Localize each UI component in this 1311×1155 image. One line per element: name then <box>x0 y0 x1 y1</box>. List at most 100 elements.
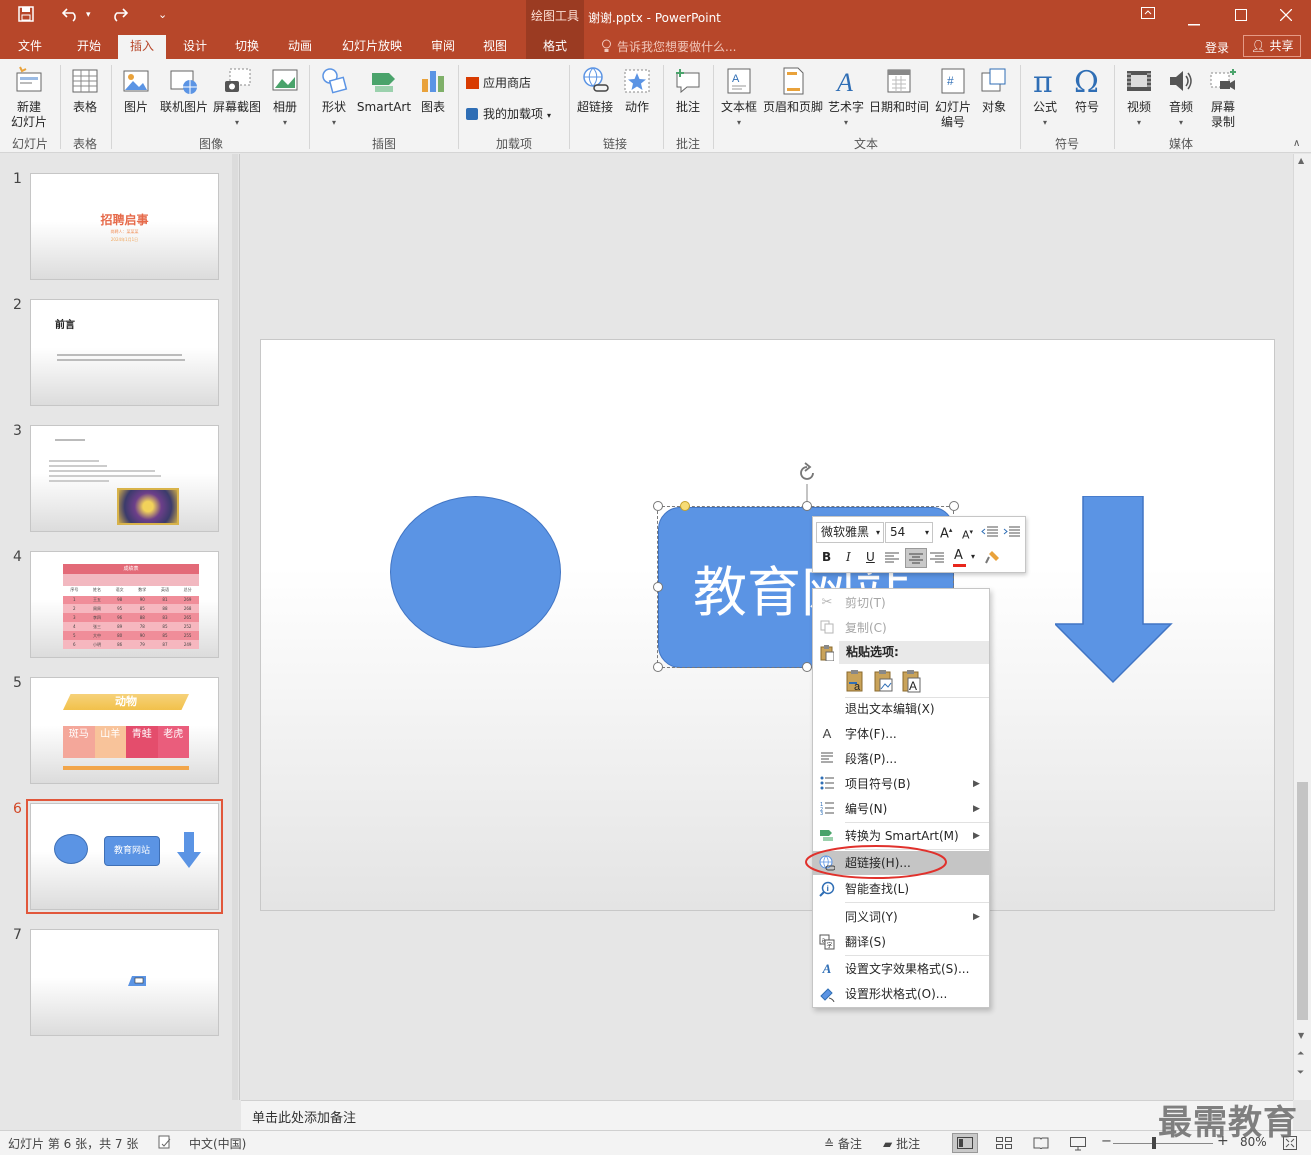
slide-sorter-view-button[interactable] <box>996 1137 1012 1152</box>
paste-text-only-icon[interactable]: A <box>901 669 923 696</box>
new-slide-button[interactable]: 新建 幻灯片 <box>4 65 54 130</box>
smartart-button[interactable]: SmartArt <box>356 65 412 115</box>
online-picture-button[interactable]: 联机图片 <box>158 65 210 115</box>
tab-file[interactable]: 文件 <box>8 33 52 59</box>
grow-font-icon[interactable]: A▴ <box>940 526 952 541</box>
store-button[interactable]: 应用商店 <box>466 74 531 91</box>
format-painter-icon[interactable] <box>984 549 1002 568</box>
customize-icon[interactable]: ⌄ <box>158 8 167 21</box>
date-time-button[interactable]: 日期和时间 <box>867 65 931 115</box>
menu-paragraph[interactable]: 段落(P)... <box>813 747 989 771</box>
slideshow-view-button[interactable] <box>1070 1137 1086 1154</box>
scroll-up-icon[interactable]: ▲ <box>1298 156 1304 165</box>
login-link[interactable]: 登录 <box>1205 39 1229 56</box>
undo-dropdown-icon[interactable]: ▾ <box>86 10 91 20</box>
menu-shape-format[interactable]: 设置形状格式(O)... <box>813 982 989 1006</box>
decrease-indent-icon[interactable] <box>981 526 999 541</box>
tab-review[interactable]: 审阅 <box>420 33 466 59</box>
spellcheck-icon[interactable] <box>158 1135 172 1152</box>
align-center-icon[interactable] <box>905 548 927 568</box>
share-button[interactable]: 👤︎ 共享 <box>1243 35 1301 57</box>
tab-design[interactable]: 设计 <box>172 33 218 59</box>
slide-thumbnail-3[interactable] <box>30 425 219 532</box>
comment-button[interactable]: 批注 <box>670 65 706 115</box>
tell-me-input[interactable]: 告诉我您想要做什么... <box>617 38 736 55</box>
italic-button[interactable]: I <box>846 550 851 564</box>
minimize-icon[interactable] <box>1188 14 1200 30</box>
menu-exit-text-edit[interactable]: 退出文本编辑(X) <box>813 697 989 721</box>
slide-thumbnail-7[interactable] <box>30 929 219 1036</box>
slide-thumbnail-4[interactable]: 成绩表 序号 姓名 语文 数学 英语 总分 1 王五 98 90 81 269 2 周周 95 85 88 26… <box>30 551 219 658</box>
shapes-button[interactable]: 形状 ▾ <box>316 65 352 130</box>
slide-thumbnail-2[interactable]: 前言 <box>30 299 219 406</box>
font-name-select[interactable]: 微软雅黑 ▾ <box>816 522 884 543</box>
album-button[interactable]: 相册 ▾ <box>267 65 303 130</box>
collapse-ribbon-icon[interactable]: ∧ <box>1293 138 1300 149</box>
tab-view[interactable]: 视图 <box>472 33 518 59</box>
menu-cut[interactable]: ✂ 剪切(T) <box>813 591 989 615</box>
close-icon[interactable] <box>1279 8 1293 25</box>
slide-thumbnail-1[interactable]: 招聘启事 岗聘人：某某某 2024年1月1日 <box>30 173 219 280</box>
bold-button[interactable]: B <box>822 550 831 564</box>
notes-placeholder[interactable]: 单击此处添加备注 <box>252 1107 356 1126</box>
tab-insert[interactable]: 插入 <box>118 35 166 59</box>
ribbon-display-icon[interactable] <box>1141 7 1155 23</box>
font-color-dropdown-icon[interactable]: ▾ <box>971 552 975 561</box>
slide-thumbnail-5[interactable]: 动物 斑马 山羊 青蛙 老虎 <box>30 677 219 784</box>
font-size-select[interactable]: 54 ▾ <box>885 522 933 543</box>
underline-button[interactable]: U <box>866 550 875 564</box>
tab-slideshow[interactable]: 幻灯片放映 <box>334 33 410 59</box>
screenshot-button[interactable]: 屏幕截图 ▾ <box>211 65 263 130</box>
wordart-button[interactable]: A 艺术字 ▾ <box>827 65 865 130</box>
action-button[interactable]: 动作 <box>620 65 654 115</box>
paste-keep-source-icon[interactable]: a <box>845 669 867 696</box>
maximize-icon[interactable] <box>1235 9 1247 25</box>
increase-indent-icon[interactable] <box>1003 526 1021 541</box>
notes-pane[interactable]: 单击此处添加备注 <box>241 1100 1293 1130</box>
save-icon[interactable] <box>18 6 34 26</box>
paste-picture-icon[interactable] <box>873 669 895 696</box>
menu-numbering[interactable]: 123 编号(N) ▶ <box>813 797 989 821</box>
scroll-thumb[interactable] <box>1297 782 1308 1020</box>
menu-font[interactable]: A 字体(F)... <box>813 722 989 746</box>
hyperlink-ribbon-button[interactable]: 超链接 <box>575 65 615 115</box>
scroll-down-icon[interactable]: ▼ <box>1298 1031 1304 1040</box>
screen-recording-button[interactable]: 屏幕 录制 <box>1204 65 1242 130</box>
menu-synonyms[interactable]: 同义词(Y) ▶ <box>813 905 989 929</box>
tab-format[interactable]: 格式 <box>526 33 584 59</box>
menu-translate[interactable]: a字 翻译(S) <box>813 930 989 954</box>
header-footer-button[interactable]: 页眉和页脚 <box>762 65 824 115</box>
normal-view-button[interactable] <box>952 1133 978 1153</box>
reading-view-button[interactable] <box>1033 1137 1049 1152</box>
zoom-slider-thumb[interactable] <box>1152 1137 1156 1149</box>
slide-thumbnail-6[interactable]: 教育网站 <box>26 799 223 914</box>
align-left-icon[interactable] <box>885 552 899 567</box>
redo-icon[interactable] <box>110 6 129 26</box>
menu-copy[interactable]: 复制(C) <box>813 616 989 640</box>
slide-canvas[interactable]: 教育网站 <box>260 339 1275 911</box>
comments-toggle-button[interactable]: ▰ 批注 <box>883 1135 920 1152</box>
equation-button[interactable]: π 公式 ▾ <box>1026 65 1064 130</box>
prev-slide-icon[interactable]: ⏶ <box>1297 1049 1304 1059</box>
my-addins-button[interactable]: 我的加载项 ▾ <box>466 105 551 122</box>
font-color-button[interactable]: A <box>953 548 966 567</box>
panel-scrollbar[interactable] <box>230 154 240 1100</box>
audio-button[interactable]: 音频 ▾ <box>1162 65 1200 130</box>
tab-transitions[interactable]: 切换 <box>224 33 270 59</box>
textbox-button[interactable]: A 文本框 ▾ <box>718 65 760 130</box>
shrink-font-icon[interactable]: A▾ <box>962 528 973 542</box>
slide-number-button[interactable]: # 幻灯片 编号 <box>933 65 973 130</box>
rotate-handle-icon[interactable] <box>796 462 818 484</box>
zoom-out-icon[interactable]: − <box>1101 1134 1112 1149</box>
tab-home[interactable]: 开始 <box>66 33 112 59</box>
tab-animations[interactable]: 动画 <box>277 33 323 59</box>
chart-button[interactable]: 图表 <box>416 65 450 115</box>
align-right-icon[interactable] <box>930 552 944 567</box>
object-button[interactable]: 对象 <box>977 65 1011 115</box>
ellipse-shape[interactable] <box>390 496 561 648</box>
next-slide-icon[interactable]: ⏷ <box>1297 1068 1304 1078</box>
picture-button[interactable]: 图片 <box>118 65 154 115</box>
editor-scrollbar[interactable]: ▲ ▼ ⏶ ⏷ <box>1293 154 1311 1100</box>
undo-icon[interactable] <box>61 6 80 26</box>
language-indicator[interactable]: 中文(中国) <box>189 1135 246 1152</box>
